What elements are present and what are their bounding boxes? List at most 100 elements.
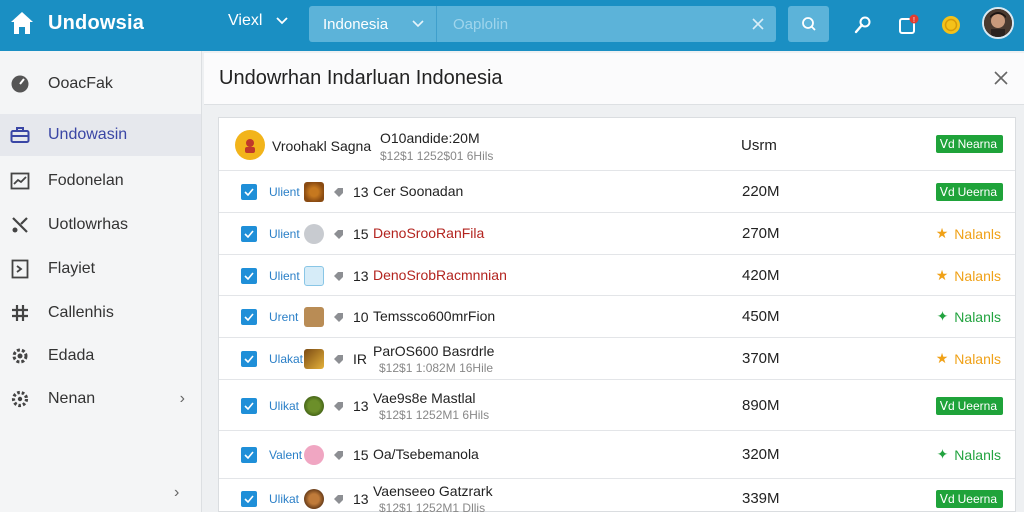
sidebar-item-uotlowrhas[interactable]: Uotlowrhas xyxy=(0,204,201,246)
sidebar: OoacFak Undowasin Fodonelan Uotlowrhas F… xyxy=(0,51,202,512)
row-tag: Ulient xyxy=(269,185,300,199)
search-field xyxy=(437,6,776,42)
row-checkbox[interactable] xyxy=(241,184,257,200)
speedometer-icon xyxy=(9,73,31,95)
home-icon xyxy=(11,12,33,34)
row-name: Oa/Tsebemanola xyxy=(373,446,479,462)
row-count: 15 xyxy=(353,226,369,242)
sidebar-item-label: Fodonelan xyxy=(48,172,124,189)
row-size: 370M xyxy=(742,350,780,367)
header-summary-sub: $12$1 1252$01 6Hils xyxy=(380,149,494,163)
owner-avatar-icon xyxy=(235,130,265,160)
status-badge: Ⅴd Ueerna xyxy=(935,397,1003,415)
row-count: IR xyxy=(353,351,367,367)
notification-icon: ! xyxy=(899,14,919,34)
status-label: ★ Nalanls xyxy=(935,350,1001,367)
sidebar-item-fodonelan[interactable]: Fodonelan xyxy=(0,160,201,202)
coins-button[interactable] xyxy=(936,10,966,40)
row-thumbnail-icon xyxy=(304,182,324,202)
data-table: Vroohakl Sagna O10andide:20M $12$1 1252$… xyxy=(218,117,1016,512)
status-label: ✦ Nalanls xyxy=(936,308,1001,325)
user-photo-icon xyxy=(984,9,1012,37)
row-tag: Ulient xyxy=(269,227,300,241)
clear-icon[interactable] xyxy=(752,18,764,30)
search-button[interactable] xyxy=(788,6,829,42)
tools-icon xyxy=(9,214,31,236)
chevron-right-icon: › xyxy=(179,390,185,407)
row-size: 320M xyxy=(742,446,780,463)
sidebar-item-dashboard[interactable]: OoacFak xyxy=(0,63,201,105)
sidebar-item-edada[interactable]: Edada xyxy=(0,335,201,377)
close-icon[interactable] xyxy=(992,69,1010,87)
row-count: 13 xyxy=(353,184,369,200)
row-subtext: $12$1 1252M1 Dllis xyxy=(379,501,486,512)
tag-icon xyxy=(334,313,343,322)
brand[interactable]: Undowsia xyxy=(8,8,144,38)
row-checkbox[interactable] xyxy=(241,351,257,367)
sidebar-item-label: OoacFak xyxy=(48,75,113,92)
sidebar-item-undowasin[interactable]: Undowasin xyxy=(0,114,201,156)
search-combo: Indonesia xyxy=(309,6,776,42)
row-thumbnail-icon xyxy=(304,489,324,509)
row-count: 13 xyxy=(353,398,369,414)
row-thumbnail-icon xyxy=(304,445,324,465)
sidebar-item-flayiet[interactable]: Flayiet xyxy=(0,248,201,290)
sidebar-item-callenhis[interactable]: Callenhis xyxy=(0,292,201,334)
notifications-button[interactable]: ! xyxy=(893,10,923,40)
row-size: 220M xyxy=(742,183,780,200)
svg-text:!: ! xyxy=(913,17,915,24)
star-icon: ★ xyxy=(935,225,949,241)
row-tag: Ulikat xyxy=(269,399,300,413)
status-label: ★ Nalanls xyxy=(935,225,1001,242)
tag-icon xyxy=(334,495,343,504)
row-name: DenoSrobRacmnnian xyxy=(373,267,507,283)
row-size: 339M xyxy=(742,490,780,507)
star-icon: ★ xyxy=(935,350,949,366)
table-row[interactable]: Ulient 15 DenoSrooRanFila 270M ★ Nalanls xyxy=(219,213,1015,255)
gear-icon xyxy=(9,345,31,367)
grid-icon xyxy=(9,302,31,324)
row-thumbnail-icon xyxy=(304,224,324,244)
row-checkbox[interactable] xyxy=(241,398,257,414)
top-bar: Undowsia Viexl Indonesia ! xyxy=(0,0,1024,51)
table-row[interactable]: Valent 15 Oa/Tsebemanola 320M ✦ Nalanls xyxy=(219,431,1015,479)
table-row[interactable]: Ulient 13 DenoSrobRacmnnian 420M ★ Nalanl… xyxy=(219,255,1015,296)
row-name: Cer Soonadan xyxy=(373,183,464,199)
region-select[interactable]: Indonesia xyxy=(309,6,437,42)
collapse-chevron-icon[interactable]: › xyxy=(174,484,179,502)
tag-icon xyxy=(334,355,343,364)
row-size: 420M xyxy=(742,267,780,284)
table-header-row[interactable]: Vroohakl Sagna O10andide:20M $12$1 1252$… xyxy=(219,118,1015,171)
leaf-icon: ✦ xyxy=(936,308,949,324)
table-row[interactable]: Ulient 13 Cer Soonadan 220M Ⅴd Ueerna xyxy=(219,171,1015,213)
wrench-icon xyxy=(854,16,871,34)
settings-icon xyxy=(9,388,31,410)
row-name: DenoSrooRanFila xyxy=(373,225,485,241)
table-row[interactable]: Ulikat 13 Vae9s8e Mastlal $12$1 1252M1 6… xyxy=(219,380,1015,431)
row-checkbox[interactable] xyxy=(241,268,257,284)
table-row[interactable]: Ulikat 13 Vaenseeo Gatzrark $12$1 1252M1… xyxy=(219,479,1015,512)
table-row[interactable]: Urent 10 Temssco600mrFion 450M ✦ Nalanls xyxy=(219,296,1015,338)
avatar[interactable] xyxy=(982,7,1014,39)
star-icon: ★ xyxy=(935,267,949,283)
row-thumbnail-icon xyxy=(304,396,324,416)
view-menu[interactable]: Viexl xyxy=(228,12,289,30)
row-tag: Valent xyxy=(269,448,303,462)
app-name: Undowsia xyxy=(48,11,145,34)
search-icon xyxy=(801,17,816,31)
table-row[interactable]: Ulakat IR ParOS600 Basrdrle $12$1 1:082M… xyxy=(219,338,1015,380)
row-checkbox[interactable] xyxy=(241,309,257,325)
row-checkbox[interactable] xyxy=(241,447,257,463)
row-tag: Urent xyxy=(269,310,299,324)
badge-prefix: Ⅴd xyxy=(939,137,955,151)
tag-icon xyxy=(334,402,343,411)
row-checkbox[interactable] xyxy=(241,226,257,242)
tools-button[interactable] xyxy=(848,10,878,40)
search-input[interactable] xyxy=(453,15,713,33)
sidebar-item-label: Edada xyxy=(48,347,95,364)
sidebar-item-nenan[interactable]: Nenan › xyxy=(0,378,201,420)
chevron-down-icon xyxy=(412,20,424,28)
status-badge: Ⅴd Ueerna xyxy=(935,490,1003,508)
row-checkbox[interactable] xyxy=(241,491,257,507)
coin-icon xyxy=(942,16,960,34)
